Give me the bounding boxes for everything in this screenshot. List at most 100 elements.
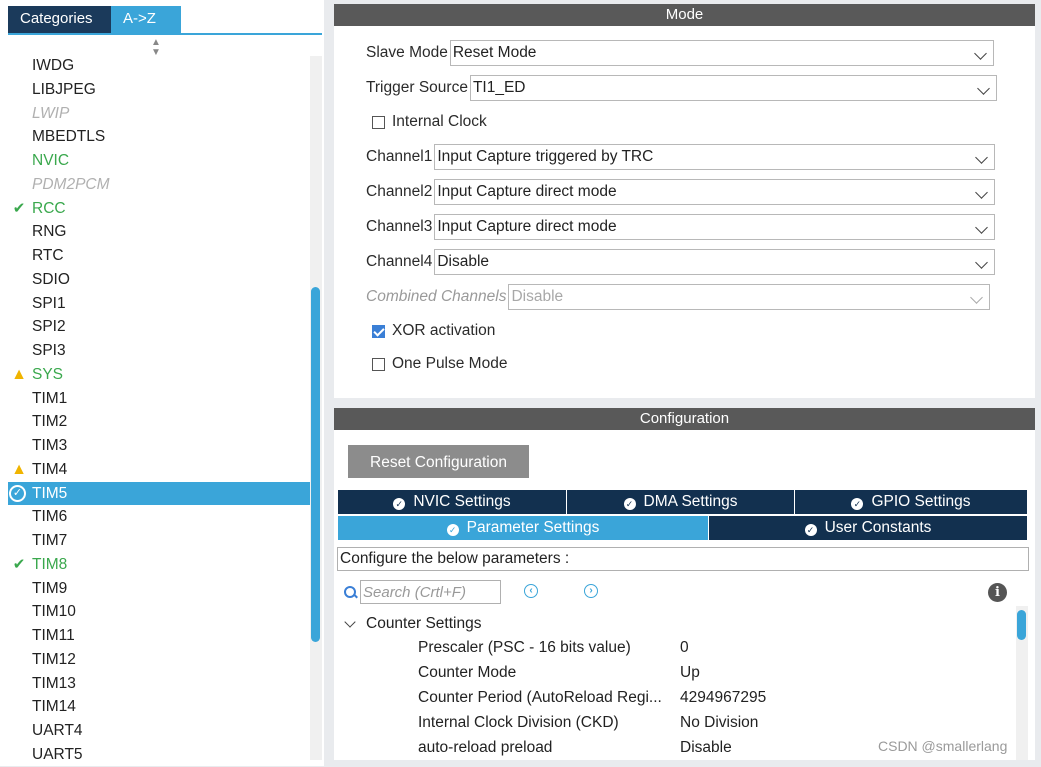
parameter-row[interactable]: Counter Mode Up <box>418 660 1018 685</box>
parameter-value[interactable]: Up <box>680 660 700 685</box>
parameter-scroll-thumb[interactable] <box>1017 610 1026 640</box>
peripheral-item[interactable]: TIM7 <box>8 529 310 553</box>
parameter-value[interactable]: 4294967295 <box>680 685 766 710</box>
tab-a-to-z[interactable]: A->Z <box>111 6 181 33</box>
peripheral-item-label: TIM13 <box>32 674 76 692</box>
peripheral-item[interactable]: TIM9 <box>8 577 310 601</box>
peripheral-item-label: LWIP <box>32 104 70 122</box>
reset-configuration-button[interactable]: Reset Configuration <box>348 445 529 478</box>
parameter-value[interactable]: No Division <box>680 710 758 735</box>
trigger-source-label: Trigger Source <box>366 79 468 96</box>
peripheral-item[interactable]: TIM12 <box>8 648 310 672</box>
search-icon[interactable] <box>344 585 357 599</box>
peripheral-item-label: NVIC <box>32 152 70 169</box>
warning-icon: ▲ <box>11 460 27 478</box>
slave-mode-select[interactable]: Reset Mode <box>449 40 994 66</box>
channel3-select[interactable]: Input Capture direct mode <box>434 214 996 240</box>
peripheral-list-scroll-thumb[interactable] <box>311 287 320 642</box>
peripheral-item[interactable]: TIM6 <box>8 505 310 529</box>
peripheral-item[interactable]: IWDG <box>8 54 310 78</box>
xor-activation-checkbox-row[interactable]: XOR activation <box>372 320 495 342</box>
peripheral-item-label: RCC <box>32 199 66 217</box>
search-input[interactable] <box>360 580 501 604</box>
peripheral-item[interactable]: TIM2 <box>8 410 310 434</box>
peripheral-item[interactable]: SPI1 <box>8 292 310 316</box>
peripheral-item[interactable]: UART5 <box>8 743 310 767</box>
parameter-row[interactable]: Prescaler (PSC - 16 bits value) 0 <box>418 635 1018 660</box>
next-icon[interactable]: › <box>584 584 598 598</box>
peripheral-item[interactable]: UART4 <box>8 719 310 743</box>
info-icon[interactable]: i <box>988 583 1007 602</box>
peripheral-item-label: TIM2 <box>32 413 68 431</box>
peripheral-item-label: SDIO <box>32 270 70 288</box>
combined-channels-row: Combined Channels Disable <box>366 283 991 311</box>
chevron-down-icon <box>975 221 989 234</box>
channel1-row: Channel1 Input Capture triggered by TRC <box>366 143 996 171</box>
peripheral-item[interactable]: RTC <box>8 244 310 268</box>
check-circle-icon: ✓ <box>393 498 406 510</box>
channel4-value: Disable <box>437 253 490 270</box>
peripheral-item[interactable]: MBEDTLS <box>8 125 310 149</box>
watermark: CSDN @smallerlang <box>878 738 1008 754</box>
channel2-select[interactable]: Input Capture direct mode <box>434 179 996 205</box>
channel2-value: Input Capture direct mode <box>437 183 617 200</box>
channel1-label: Channel1 <box>366 148 433 165</box>
peripheral-item[interactable]: ✔ RCC <box>8 197 310 221</box>
peripheral-item-label: PDM2PCM <box>32 175 110 193</box>
peripheral-item-label: TIM12 <box>32 650 76 668</box>
peripheral-item[interactable]: SPI3 <box>8 339 310 363</box>
search-bar <box>344 580 501 604</box>
parameter-name: Counter Mode <box>418 664 517 681</box>
channel2-row: Channel2 Input Capture direct mode <box>366 178 996 206</box>
parameter-value[interactable]: Disable <box>680 735 732 760</box>
peripheral-item-label: TIM9 <box>32 579 68 597</box>
channel2-label: Channel2 <box>366 183 433 200</box>
peripheral-item[interactable]: TIM11 <box>8 624 310 648</box>
peripheral-item[interactable]: SPI2 <box>8 315 310 339</box>
peripheral-item[interactable]: ✔ TIM8 <box>8 553 310 577</box>
peripheral-item[interactable]: ▲ SYS <box>8 363 310 387</box>
peripheral-item-label: TIM8 <box>32 555 68 573</box>
xor-activation-checkbox[interactable] <box>372 324 385 338</box>
internal-clock-checkbox[interactable] <box>372 115 385 129</box>
configuration-title: Configuration <box>334 408 1035 430</box>
tab-nvic-settings[interactable]: ✓ NVIC Settings <box>338 490 567 514</box>
tab-categories[interactable]: Categories <box>8 6 111 33</box>
peripheral-item[interactable]: RNG <box>8 220 310 244</box>
counter-settings-group[interactable]: Counter Settings <box>344 613 481 635</box>
peripheral-item[interactable]: TIM3 <box>8 434 310 458</box>
previous-icon[interactable]: ‹ <box>524 584 538 598</box>
parameter-value[interactable]: 0 <box>680 635 689 660</box>
tab-underline <box>8 33 322 35</box>
peripheral-item[interactable]: TIM14 <box>8 695 310 719</box>
one-pulse-mode-checkbox-row[interactable]: One Pulse Mode <box>372 353 507 375</box>
peripheral-item[interactable]: LIBJPEG <box>8 78 310 102</box>
peripheral-item[interactable]: ✓ TIM5 <box>8 481 310 506</box>
tab-dma-settings[interactable]: ✓ DMA Settings <box>567 490 795 514</box>
channel4-select[interactable]: Disable <box>434 249 996 275</box>
peripheral-item: PDM2PCM <box>8 173 310 197</box>
peripheral-item[interactable]: TIM1 <box>8 387 310 411</box>
peripheral-item-label: TIM10 <box>32 603 76 621</box>
peripheral-item[interactable]: TIM13 <box>8 672 310 696</box>
parameter-name: auto-reload preload <box>418 739 553 756</box>
xor-activation-label: XOR activation <box>392 322 496 339</box>
tab-user-constants[interactable]: ✓ User Constants <box>709 516 1027 540</box>
parameter-row[interactable]: Counter Period (AutoReload Regi... 429496… <box>418 685 1018 710</box>
peripheral-item-label: IWDG <box>32 57 75 74</box>
peripheral-item-label: TIM11 <box>32 627 75 644</box>
channel1-select[interactable]: Input Capture triggered by TRC <box>434 144 996 170</box>
parameter-row[interactable]: Internal Clock Division (CKD) No Division <box>418 710 1018 735</box>
internal-clock-checkbox-row[interactable]: Internal Clock <box>372 111 487 133</box>
tab-gpio-settings[interactable]: ✓ GPIO Settings <box>795 490 1027 514</box>
peripheral-item[interactable]: NVIC <box>8 149 310 173</box>
peripheral-item[interactable]: SDIO <box>8 268 310 292</box>
trigger-source-select[interactable]: TI1_ED <box>469 75 997 101</box>
chevron-down-icon <box>975 151 989 164</box>
tab-label: NVIC Settings <box>413 493 511 510</box>
tab-parameter-settings[interactable]: ✓ Parameter Settings <box>338 516 709 540</box>
peripheral-item[interactable]: TIM10 <box>8 600 310 624</box>
configuration-panel: Configuration Reset Configuration ✓ NVIC … <box>334 408 1035 760</box>
peripheral-item[interactable]: ▲ TIM4 <box>8 458 310 482</box>
one-pulse-mode-checkbox[interactable] <box>372 357 385 371</box>
